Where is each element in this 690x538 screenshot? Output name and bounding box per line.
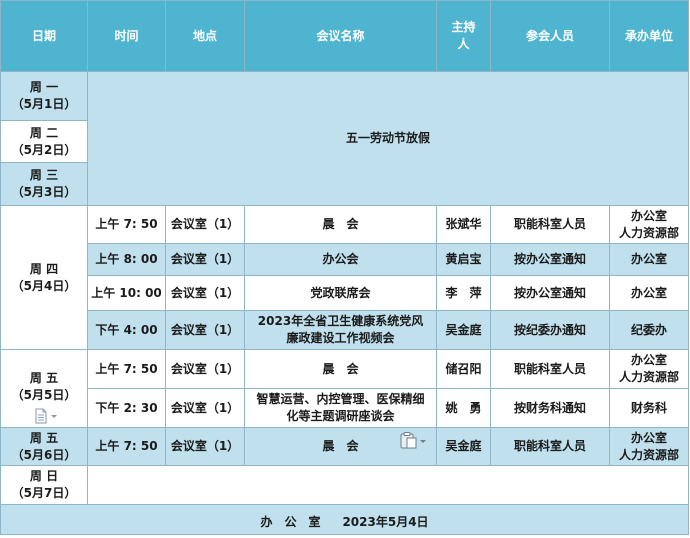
- header-date: 日期: [0, 0, 88, 72]
- meeting-schedule: 日期 时间 地点 会议名称 主持人 参会人员 承办单位 周 一（5月1日） 五一…: [0, 0, 690, 538]
- unit-cell: 办公室: [609, 243, 689, 276]
- attendees-cell: 按办公室通知: [490, 275, 610, 311]
- time-cell: 上午 10: 00: [87, 275, 166, 311]
- table-row: 周 五（5月5日） 上午 7: 50 会议室（1） 晨 会 储召阳 职能科室人员…: [0, 349, 689, 428]
- place-cell: 会议室（1）: [165, 427, 245, 466]
- unit-cell: 财务科: [609, 388, 689, 428]
- holiday-cell: 五一劳动节放假: [87, 71, 689, 206]
- attendees-cell: 按纪委办通知: [490, 310, 610, 350]
- attendees-cell: 职能科室人员: [490, 205, 610, 244]
- meeting-name-cell: 党政联席会: [244, 275, 437, 311]
- place-cell: 会议室（1）: [165, 205, 245, 244]
- footer-row: 办 公 室 2023年5月4日: [0, 504, 689, 535]
- host-cell: 吴金庭: [436, 310, 491, 350]
- day-cell-tue: 周 二（5月2日）: [0, 120, 88, 163]
- table-row: 上午 8: 00 会议室（1） 办公会 黄启宝 按办公室通知 办公室: [0, 243, 689, 276]
- attendees-cell: 按办公室通知: [490, 243, 610, 276]
- unit-cell: 纪委办: [609, 310, 689, 350]
- meeting-name-cell: 晨 会: [244, 205, 437, 244]
- schedule-table: 日期 时间 地点 会议名称 主持人 参会人员 承办单位 周 一（5月1日） 五一…: [0, 0, 689, 535]
- table-row: 下午 2: 30 会议室（1） 智慧运营、内控管理、医保精细 化等主题调研座谈会 …: [0, 388, 689, 428]
- empty-cell: [87, 465, 689, 505]
- place-cell: 会议室（1）: [165, 388, 245, 428]
- host-cell: 李 萍: [436, 275, 491, 311]
- header-meeting-name: 会议名称: [244, 0, 437, 72]
- place-cell: 会议室（1）: [165, 243, 245, 276]
- table-row: 上午 10: 00 会议室（1） 党政联席会 李 萍 按办公室通知 办公室: [0, 275, 689, 311]
- footer-cell: 办 公 室 2023年5月4日: [0, 504, 689, 535]
- unit-cell: 办公室 人力资源部: [609, 427, 689, 466]
- time-cell: 下午 4: 00: [87, 310, 166, 350]
- meeting-name-cell: 智慧运营、内控管理、医保精细 化等主题调研座谈会: [244, 388, 437, 428]
- day-cell-thu: 周 四（5月4日）: [0, 205, 88, 350]
- place-cell: 会议室（1）: [165, 275, 245, 311]
- host-cell: 吴金庭: [436, 427, 491, 466]
- place-cell: 会议室（1）: [165, 310, 245, 350]
- day-cell-sun: 周 日（5月7日）: [0, 465, 88, 505]
- time-cell: 上午 8: 00: [87, 243, 166, 276]
- attendees-cell: 职能科室人员: [490, 427, 610, 466]
- header-row: 日期 时间 地点 会议名称 主持人 参会人员 承办单位: [0, 0, 689, 72]
- table-row: 周 五（5月6日） 上午 7: 50 会议室（1） 晨 会 吴金庭 职能科室人员…: [0, 427, 689, 466]
- header-attendees: 参会人员: [490, 0, 610, 72]
- footer-date: 2023年5月4日: [342, 515, 429, 529]
- document-icon[interactable]: [33, 408, 61, 424]
- host-cell: 储召阳: [436, 349, 491, 389]
- day-cell-sat: 周 五（5月6日）: [0, 427, 88, 466]
- attendees-cell: 按财务科通知: [490, 388, 610, 428]
- day-cell-wed: 周 三（5月3日）: [0, 162, 88, 206]
- time-cell: 上午 7: 50: [87, 427, 166, 466]
- time-cell: 下午 2: 30: [87, 388, 166, 428]
- paste-options-icon[interactable]: [399, 432, 429, 450]
- unit-cell: 办公室 人力资源部: [609, 349, 689, 389]
- time-cell: 上午 7: 50: [87, 205, 166, 244]
- place-cell: 会议室（1）: [165, 349, 245, 389]
- host-cell: 张斌华: [436, 205, 491, 244]
- meeting-name-cell: 晨 会: [244, 349, 437, 389]
- attendees-cell: 职能科室人员: [490, 349, 610, 389]
- time-cell: 上午 7: 50: [87, 349, 166, 389]
- host-cell: 黄启宝: [436, 243, 491, 276]
- day-cell-mon: 周 一（5月1日）: [0, 71, 88, 121]
- header-unit: 承办单位: [609, 0, 689, 72]
- host-cell: 姚 勇: [436, 388, 491, 428]
- unit-cell: 办公室 人力资源部: [609, 205, 689, 244]
- footer-office: 办 公 室: [260, 515, 321, 529]
- table-row: 下午 4: 00 会议室（1） 2023年全省卫生健康系统党风 廉政建设工作视频会…: [0, 310, 689, 350]
- unit-cell: 办公室: [609, 275, 689, 311]
- header-host: 主持人: [436, 0, 491, 72]
- header-time: 时间: [87, 0, 166, 72]
- table-row: 周 日（5月7日）: [0, 465, 689, 505]
- header-place: 地点: [165, 0, 245, 72]
- meeting-name-cell: 2023年全省卫生健康系统党风 廉政建设工作视频会: [244, 310, 437, 350]
- table-row: 周 一（5月1日） 五一劳动节放假: [0, 71, 689, 206]
- meeting-name-cell: 办公会: [244, 243, 437, 276]
- table-row: 周 四（5月4日） 上午 7: 50 会议室（1） 晨 会 张斌华 职能科室人员…: [0, 205, 689, 350]
